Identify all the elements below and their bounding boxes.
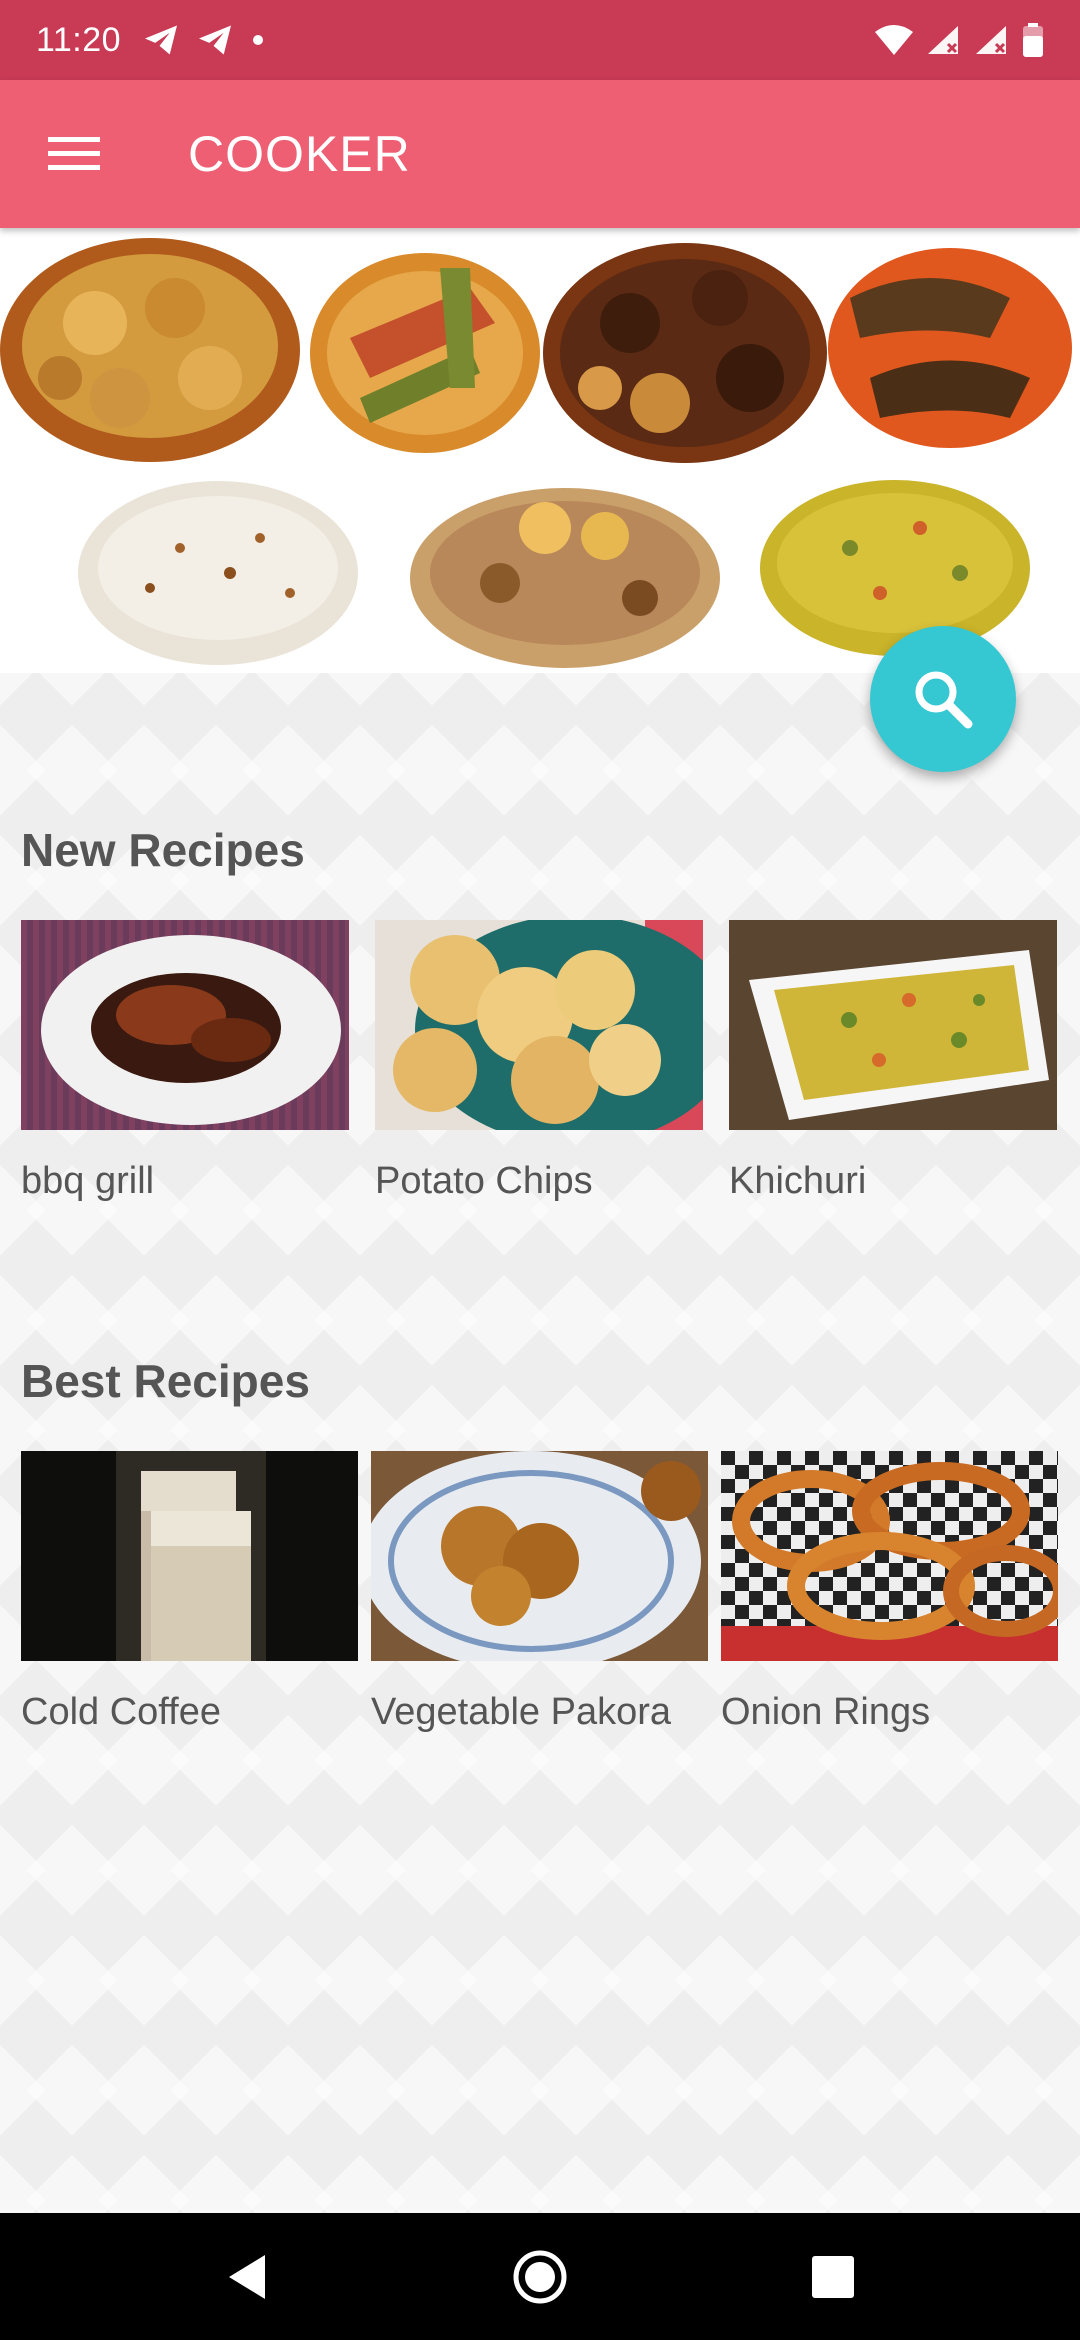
cold-coffee-image xyxy=(21,1451,358,1661)
recipe-label: Onion Rings xyxy=(721,1691,931,1733)
search-button[interactable] xyxy=(870,626,1016,772)
status-time: 11:20 xyxy=(36,20,122,59)
telegram-icon xyxy=(199,25,232,55)
best-recipes-title: Best Recipes xyxy=(21,1355,310,1407)
app-title: COOKER xyxy=(188,126,411,182)
back-button[interactable] xyxy=(187,2217,307,2337)
recipe-label: Khichuri xyxy=(729,1160,867,1202)
telegram-icon xyxy=(145,25,178,55)
food-banner xyxy=(0,228,1080,673)
app-bar: COOKER xyxy=(0,80,1080,228)
recipe-card-vegetable-pakora[interactable]: Vegetable Pakora xyxy=(371,1451,708,1734)
potato-chips-image xyxy=(375,920,703,1130)
menu-button[interactable] xyxy=(0,80,148,228)
vegetable-pakora-image xyxy=(371,1451,708,1661)
recipe-label: Potato Chips xyxy=(375,1160,593,1202)
new-recipes-title: New Recipes xyxy=(21,824,305,876)
food-collage-image xyxy=(0,238,1072,668)
recipe-card-khichuri[interactable]: Khichuri xyxy=(729,920,1057,1203)
recipe-card-onion-rings[interactable]: Onion Rings xyxy=(721,1451,1058,1734)
home-circle-icon xyxy=(513,2250,567,2303)
recipe-card-bbq-grill[interactable]: bbq grill xyxy=(21,920,349,1203)
search-icon xyxy=(915,671,973,729)
khichuri-image xyxy=(729,920,1057,1130)
recipe-card-potato-chips[interactable]: Potato Chips xyxy=(375,920,703,1203)
recipe-label: bbq grill xyxy=(21,1160,155,1202)
system-nav-bar xyxy=(0,2213,1080,2340)
recipe-label: Vegetable Pakora xyxy=(371,1691,672,1733)
status-bar: 11:20 xyxy=(0,0,1080,80)
recents-square-icon xyxy=(812,2255,855,2298)
recipe-card-cold-coffee[interactable]: Cold Coffee xyxy=(21,1451,358,1734)
recipe-label: Cold Coffee xyxy=(21,1691,221,1733)
signal-icon xyxy=(976,26,1006,54)
hamburger-menu-icon xyxy=(48,137,100,170)
signal-icon xyxy=(928,26,958,54)
notification-dot-icon xyxy=(253,35,264,45)
home-button[interactable] xyxy=(480,2217,600,2337)
battery-icon xyxy=(1023,23,1043,57)
wifi-icon xyxy=(875,25,913,55)
recents-button[interactable] xyxy=(773,2217,893,2337)
onion-rings-image xyxy=(721,1451,1058,1661)
back-triangle-icon xyxy=(228,2254,265,2299)
bbq-grill-image xyxy=(21,920,349,1130)
